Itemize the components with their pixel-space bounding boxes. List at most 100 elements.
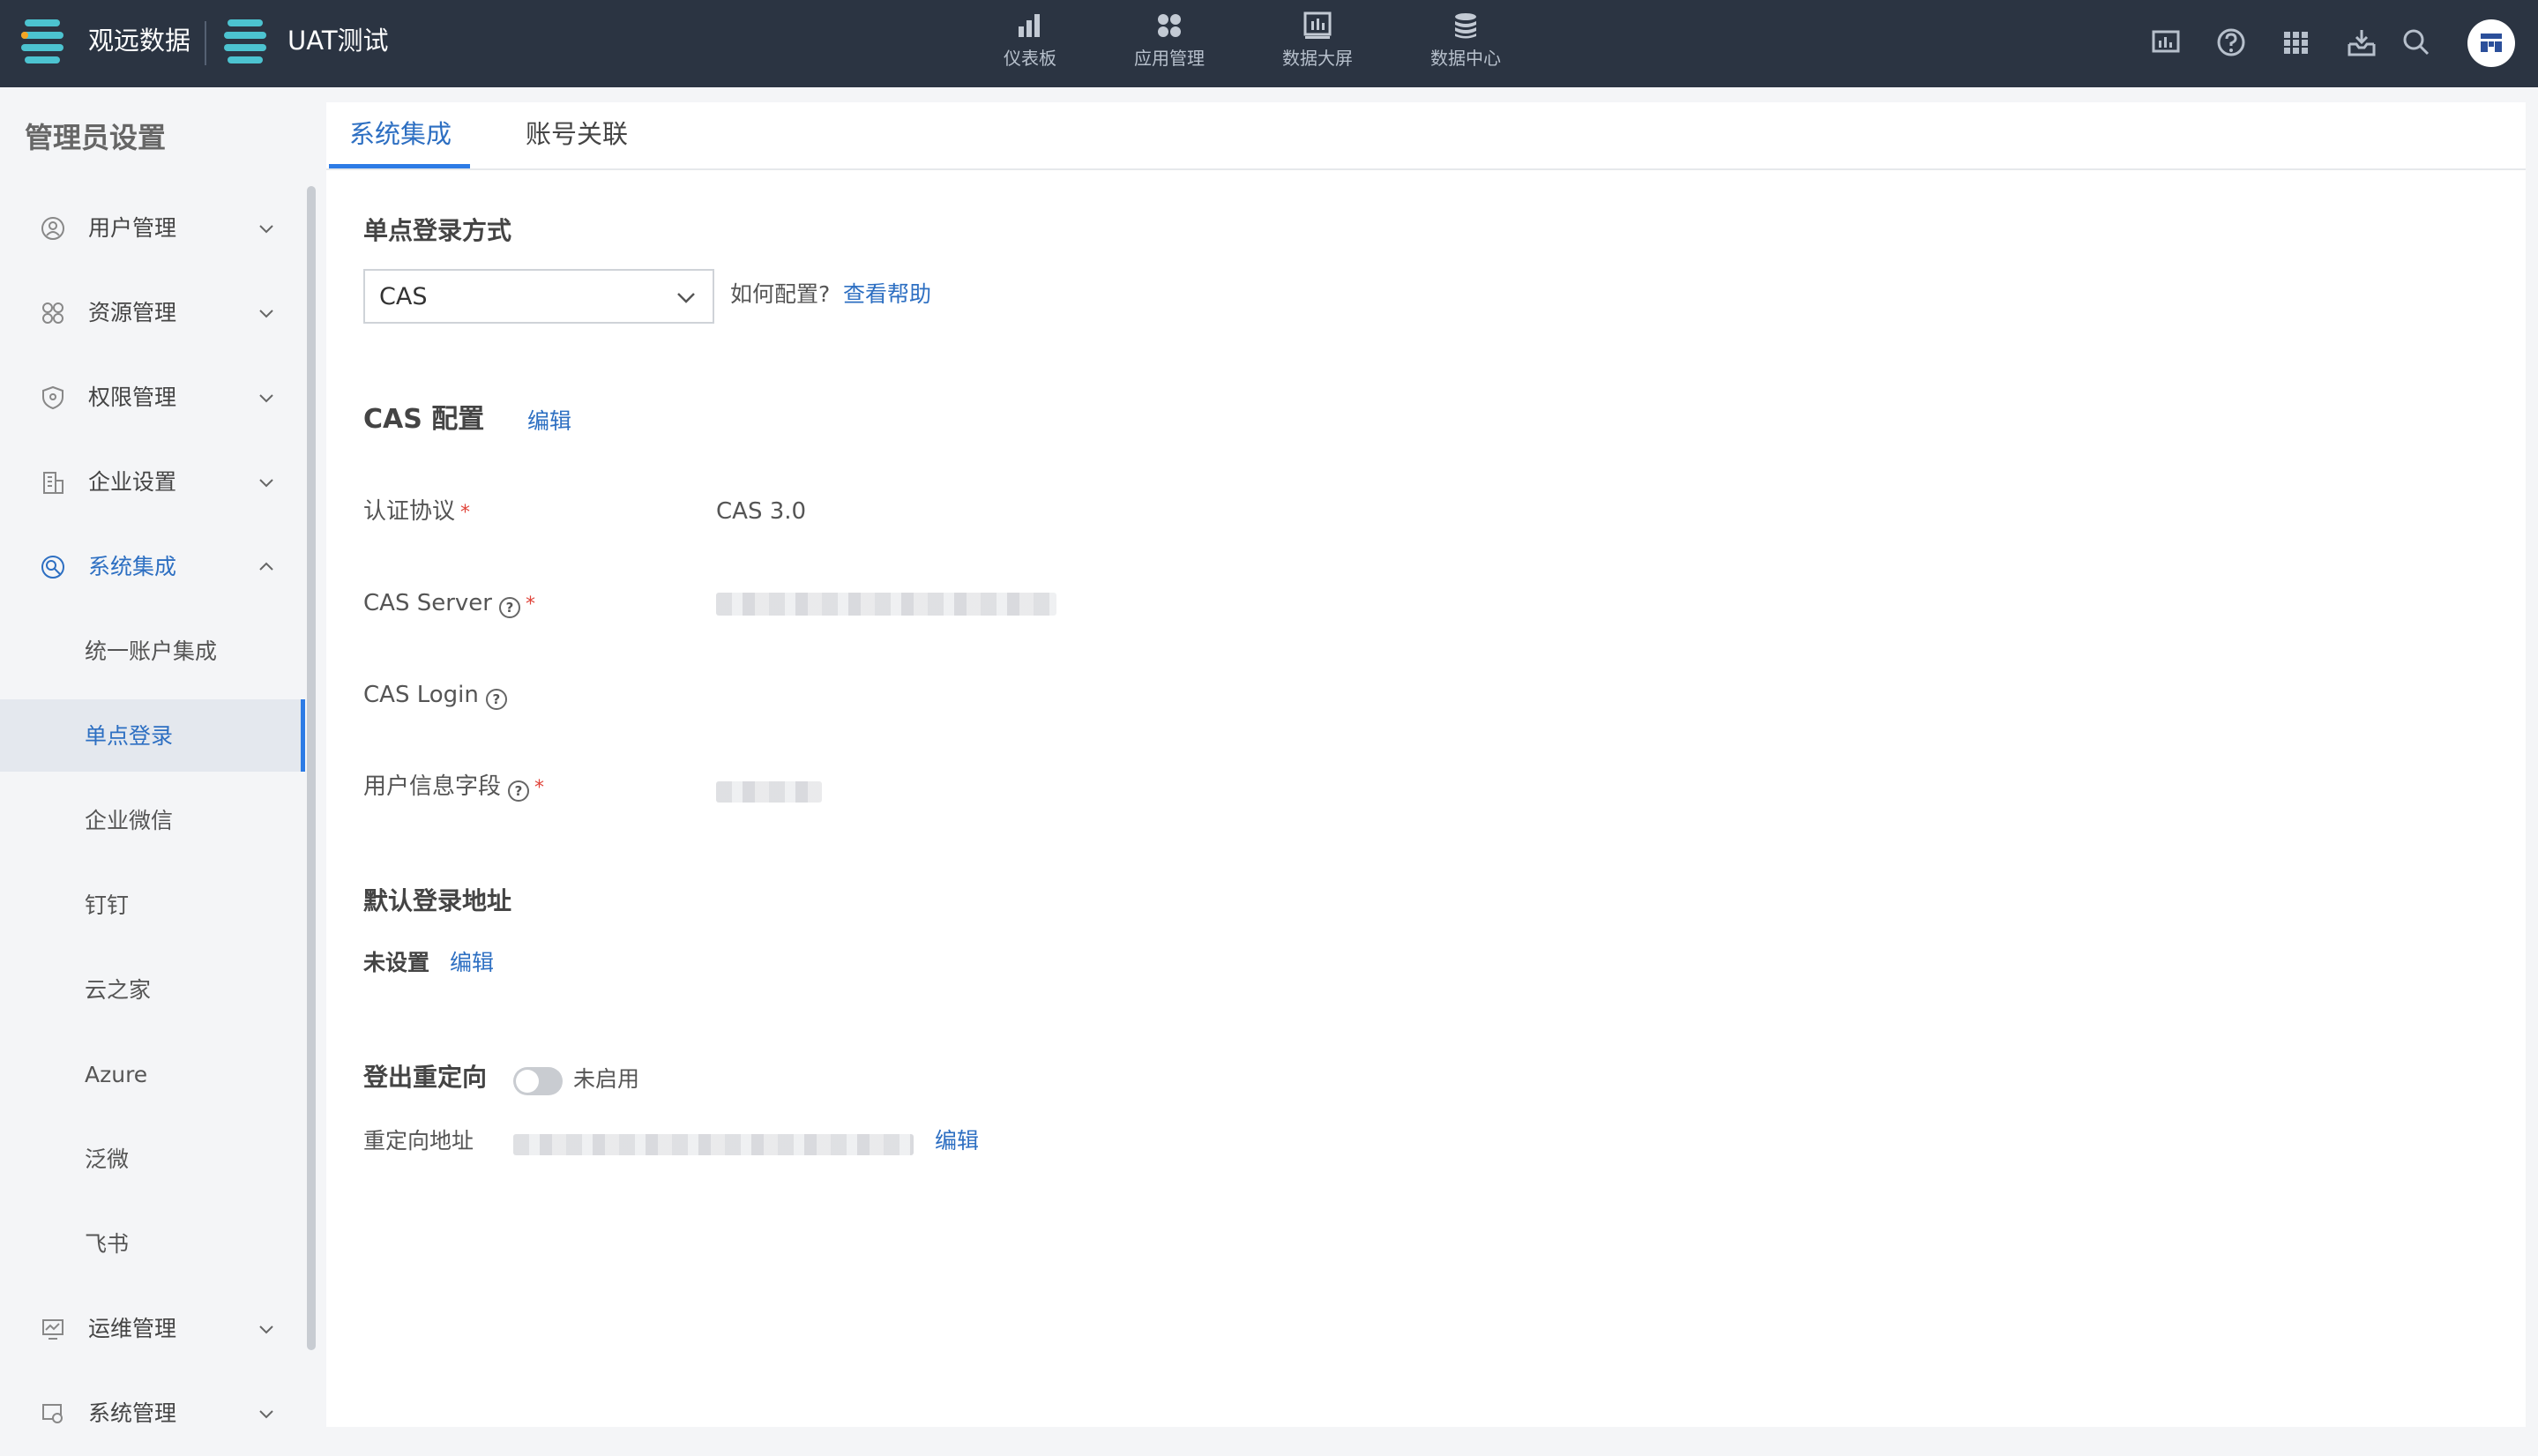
chevron-down-icon <box>259 1325 273 1334</box>
nav-label: 数据中心 <box>1430 48 1501 69</box>
sidebar-item-system-management[interactable]: 系统管理 <box>0 1371 305 1456</box>
nav-data-center[interactable]: 数据中心 <box>1404 0 1527 87</box>
sidebar-item-label: 系统集成 <box>88 554 177 579</box>
toggle-knob <box>516 1070 539 1093</box>
chevron-down-icon <box>259 310 273 318</box>
nav-label: 应用管理 <box>1134 48 1205 69</box>
sidebar-item-system-integration[interactable]: 系统集成 <box>0 525 305 609</box>
redirect-address-value-redacted <box>513 1134 914 1155</box>
nav-label: 仪表板 <box>1004 48 1056 69</box>
project-menu-icon[interactable] <box>224 19 266 65</box>
main-content: 系统集成 账号关联 单点登录方式 CAS 如何配置? 查看帮助 CAS 配置 编… <box>326 102 2526 1427</box>
brand-name[interactable]: 观远数据 <box>88 25 190 56</box>
project-name[interactable]: UAT测试 <box>287 25 389 56</box>
default-login-title: 默认登录地址 <box>363 886 512 915</box>
redirect-address-edit-link[interactable]: 编辑 <box>935 1125 979 1157</box>
download-tray-icon[interactable] <box>2346 26 2378 58</box>
sidebar-item-user-management[interactable]: 用户管理 <box>0 186 305 271</box>
sidebar-subitem-weaver[interactable]: 泛微 <box>0 1123 305 1195</box>
required-mark: * <box>534 777 545 799</box>
monitor-chart-icon[interactable] <box>2150 26 2182 58</box>
admin-sidebar: 管理员设置 用户管理 资源管理 权限管理 企业设置 系统集成 统一账户集成 单点… <box>0 87 319 1441</box>
nav-app-management[interactable]: 应用管理 <box>1108 0 1231 87</box>
chevron-down-icon <box>677 293 695 303</box>
sso-method-value: CAS <box>379 283 428 310</box>
user-avatar[interactable] <box>2467 19 2515 67</box>
tab-system-integration[interactable]: 系统集成 <box>349 116 452 152</box>
user-info-field-value-redacted <box>716 781 822 803</box>
sidebar-title: 管理员设置 <box>25 121 167 154</box>
sidebar-subitem-unified-account[interactable]: 统一账户集成 <box>0 615 305 687</box>
how-to-config-text: 如何配置? <box>730 281 831 307</box>
building-icon <box>43 472 63 494</box>
cas-config-title: CAS 配置 <box>363 404 485 435</box>
field-label-text: 用户信息字段 <box>363 773 502 800</box>
sidebar-subitem-label: Azure <box>85 1062 148 1087</box>
field-label-auth-protocol: 认证协议 * <box>363 496 470 529</box>
required-mark: * <box>460 502 471 524</box>
field-label-text: 认证协议 <box>363 498 456 525</box>
default-login-value: 未设置 <box>363 950 430 975</box>
resource-icon <box>42 302 63 324</box>
brand-divider <box>205 21 206 65</box>
system-gear-icon <box>42 1404 63 1423</box>
brand-menu-icon[interactable] <box>21 19 63 65</box>
sidebar-item-permission-management[interactable]: 权限管理 <box>0 355 305 440</box>
logout-redirect-title: 登出重定向 <box>363 1063 488 1092</box>
sidebar-subitem-azure[interactable]: Azure <box>0 1038 305 1110</box>
sidebar-item-label: 系统管理 <box>88 1400 177 1426</box>
sidebar-subitem-feishu[interactable]: 飞书 <box>0 1207 305 1280</box>
tab-account-linking[interactable]: 账号关联 <box>526 116 628 152</box>
sidebar-subitem-label: 单点登录 <box>85 723 174 749</box>
sidebar-item-label: 企业设置 <box>88 469 177 495</box>
chevron-down-icon <box>259 479 273 488</box>
field-label-user-info-field: 用户信息字段? * <box>363 771 544 804</box>
nav-label: 数据大屏 <box>1282 48 1353 69</box>
field-label-text: CAS Server <box>363 590 492 616</box>
app-launcher-icon[interactable] <box>2280 26 2312 58</box>
sidebar-item-enterprise-settings[interactable]: 企业设置 <box>0 440 305 525</box>
bar-chart-icon <box>1019 14 1040 37</box>
database-icon <box>1455 13 1476 39</box>
data-screen-icon <box>1303 11 1332 39</box>
sidebar-subitem-label: 泛微 <box>85 1146 130 1172</box>
field-label-cas-server: CAS Server? * <box>363 587 535 621</box>
sidebar-subitem-dingtalk[interactable]: 钉钉 <box>0 869 305 941</box>
logout-redirect-toggle[interactable] <box>513 1067 563 1095</box>
nav-dashboard[interactable]: 仪表板 <box>968 0 1092 87</box>
sso-method-select[interactable]: CAS <box>363 269 714 324</box>
help-icon[interactable] <box>2215 26 2247 58</box>
sidebar-item-label: 运维管理 <box>88 1316 177 1341</box>
auth-protocol-value: CAS 3.0 <box>716 498 807 525</box>
field-label-cas-login: CAS Login? <box>363 679 507 711</box>
sidebar-item-label: 权限管理 <box>88 385 177 410</box>
cas-config-edit-link[interactable]: 编辑 <box>527 406 571 437</box>
sidebar-item-label: 资源管理 <box>88 300 177 325</box>
sidebar-subitem-sso[interactable]: 单点登录 <box>0 699 305 772</box>
sidebar-item-resource-management[interactable]: 资源管理 <box>0 271 305 355</box>
sidebar-subitem-label: 企业微信 <box>85 808 174 833</box>
help-circle-icon[interactable]: ? <box>508 780 530 802</box>
chevron-down-icon <box>259 1410 273 1419</box>
sidebar-scrollbar[interactable] <box>307 186 316 1350</box>
apps-grid-icon <box>1158 14 1181 37</box>
sidebar-subitem-label: 统一账户集成 <box>85 638 218 664</box>
view-help-link[interactable]: 查看帮助 <box>843 279 931 310</box>
sidebar-subitem-yunzhijia[interactable]: 云之家 <box>0 953 305 1026</box>
sidebar-item-ops-management[interactable]: 运维管理 <box>0 1287 305 1371</box>
help-circle-icon[interactable]: ? <box>498 597 520 618</box>
integration-icon <box>41 556 64 579</box>
help-circle-icon[interactable]: ? <box>485 689 507 710</box>
sidebar-item-label: 用户管理 <box>88 215 177 241</box>
chevron-down-icon <box>259 394 273 403</box>
default-login-edit-link[interactable]: 编辑 <box>450 947 494 979</box>
nav-data-screen[interactable]: 数据大屏 <box>1256 0 1379 87</box>
field-label-text: CAS Login <box>363 682 479 708</box>
search-icon[interactable] <box>2400 26 2432 58</box>
shield-icon <box>42 385 63 410</box>
sidebar-subitem-label: 钉钉 <box>85 892 130 918</box>
avatar-logo-icon <box>2481 34 2502 52</box>
sidebar-subitem-wecom[interactable]: 企业微信 <box>0 784 305 856</box>
chevron-down-icon <box>259 225 273 234</box>
tab-bar: 系统集成 账号关联 <box>326 102 2526 170</box>
